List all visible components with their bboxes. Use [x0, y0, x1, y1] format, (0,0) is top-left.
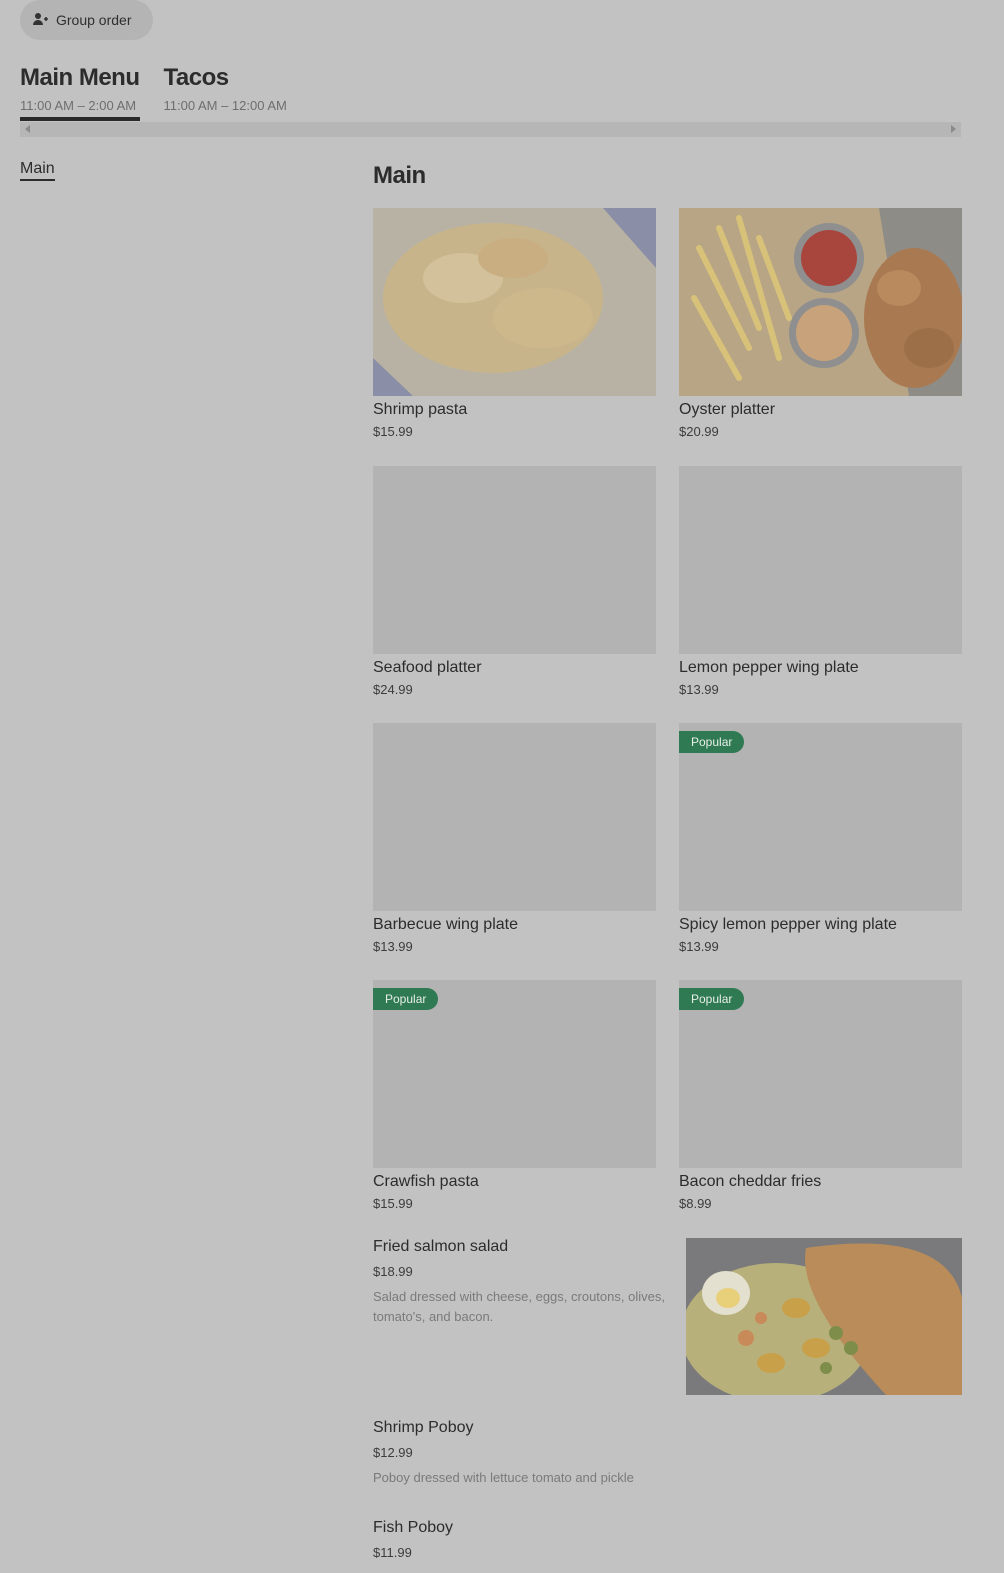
item-name: Shrimp pasta	[373, 401, 468, 418]
list-item[interactable]: Fish Poboy $11.99	[373, 1519, 673, 1560]
item-price: $18.99	[373, 1264, 413, 1279]
item-name: Seafood platter	[373, 659, 482, 676]
item-image	[373, 208, 656, 396]
item-image	[679, 208, 962, 396]
popular-badge: Popular	[679, 988, 745, 1010]
menu-item-card[interactable]: Lemon pepper wing plate $13.99	[679, 466, 962, 697]
menu-item-card[interactable]: Oyster platter $20.99	[679, 208, 962, 439]
menu-item-card[interactable]: Popular Spicy lemon pepper wing plate $1…	[679, 723, 962, 954]
item-name: Barbecue wing plate	[373, 916, 518, 933]
horizontal-scrollbar[interactable]	[20, 122, 961, 137]
section-title: Main	[373, 162, 426, 189]
menu-tabs: Main Menu 11:00 AM – 2:00 AM Tacos 11:00…	[20, 64, 287, 121]
item-name: Fish Poboy	[373, 1519, 454, 1536]
item-image-placeholder	[373, 723, 656, 911]
item-price: $12.99	[373, 1445, 413, 1460]
item-name: Spicy lemon pepper wing plate	[679, 916, 897, 933]
item-price: $13.99	[679, 939, 719, 954]
tab-main-menu[interactable]: Main Menu 11:00 AM – 2:00 AM	[20, 64, 140, 121]
tab-hours: 11:00 AM – 2:00 AM	[20, 98, 137, 113]
item-price: $8.99	[679, 1196, 712, 1211]
tab-title: Main Menu	[20, 64, 140, 91]
item-name: Fried salmon salad	[373, 1238, 509, 1255]
item-image-placeholder: Popular	[373, 980, 656, 1168]
group-order-button[interactable]: Group order	[20, 0, 153, 40]
item-image[interactable]	[686, 1238, 962, 1395]
tab-hours: 11:00 AM – 12:00 AM	[163, 98, 287, 113]
list-item[interactable]: Shrimp Poboy $12.99 Poboy dressed with l…	[373, 1419, 673, 1488]
item-name: Lemon pepper wing plate	[679, 659, 859, 676]
menu-item-card[interactable]: Barbecue wing plate $13.99	[373, 723, 656, 954]
group-order-label: Group order	[56, 12, 132, 28]
item-price: $15.99	[373, 424, 413, 439]
menu-item-card[interactable]: Shrimp pasta $15.99	[373, 208, 656, 439]
item-price: $24.99	[373, 682, 413, 697]
item-price: $13.99	[679, 682, 719, 697]
person-add-icon	[32, 11, 48, 30]
tab-title: Tacos	[163, 64, 230, 91]
item-image-placeholder	[373, 466, 656, 654]
list-item[interactable]: Fried salmon salad $18.99 Salad dressed …	[373, 1238, 673, 1327]
menu-item-card[interactable]: Popular Bacon cheddar fries $8.99	[679, 980, 962, 1211]
item-price: $20.99	[679, 424, 719, 439]
item-name: Shrimp Poboy	[373, 1419, 474, 1436]
item-image-placeholder: Popular	[679, 723, 962, 911]
scroll-right-icon[interactable]	[951, 125, 956, 133]
popular-badge: Popular	[679, 731, 745, 753]
item-price: $11.99	[373, 1545, 412, 1560]
menu-item-card[interactable]: Seafood platter $24.99	[373, 466, 656, 697]
popular-badge: Popular	[373, 988, 439, 1010]
menu-item-card[interactable]: Popular Crawfish pasta $15.99	[373, 980, 656, 1211]
item-image-placeholder	[679, 466, 962, 654]
item-price: $13.99	[373, 939, 413, 954]
item-description: Poboy dressed with lettuce tomato and pi…	[373, 1470, 634, 1485]
item-description: Salad dressed with cheese, eggs, crouton…	[373, 1289, 665, 1324]
tab-tacos[interactable]: Tacos 11:00 AM – 12:00 AM	[164, 64, 287, 121]
item-name: Crawfish pasta	[373, 1173, 479, 1190]
scroll-left-icon[interactable]	[25, 125, 30, 133]
sidebar-item-main[interactable]: Main	[20, 160, 55, 181]
item-price: $15.99	[373, 1196, 413, 1211]
item-image-placeholder: Popular	[679, 980, 962, 1168]
item-name: Oyster platter	[679, 401, 776, 418]
item-name: Bacon cheddar fries	[679, 1173, 822, 1190]
